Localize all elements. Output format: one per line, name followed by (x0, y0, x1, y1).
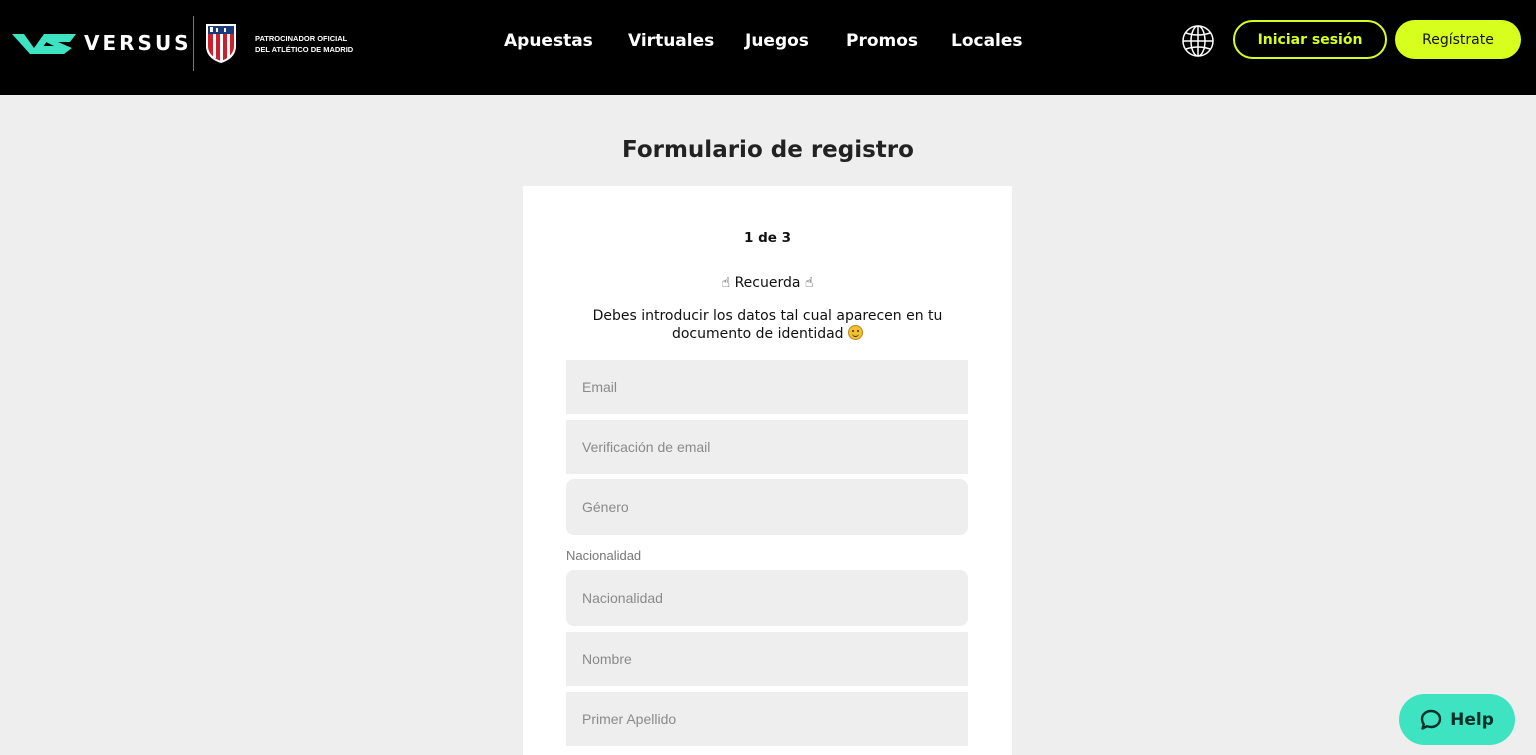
id-note: Debes introducir los datos tal cual apar… (563, 308, 972, 343)
pointing-hand-icon: ☝ (804, 275, 814, 291)
nav-juegos[interactable]: Juegos (745, 31, 809, 51)
nav-promos[interactable]: Promos (846, 31, 918, 51)
nationality-label: Nacionalidad (566, 548, 642, 563)
smiley-icon (848, 325, 864, 340)
step-indicator: 1 de 3 (743, 230, 791, 246)
remember-text: Recuerda (734, 275, 801, 291)
nationality-select[interactable] (566, 570, 968, 626)
registration-form: 1 de 3 ☝ Recuerda ☝ Debes introducir los… (523, 186, 1012, 755)
top-navbar: VERSUS PATROCINADOR OFICIAL DEL ATLÉTICO… (0, 0, 1536, 95)
gender-select[interactable] (566, 479, 968, 535)
logo-divider (193, 16, 194, 71)
atletico-crest-icon (206, 24, 236, 63)
nav-virtuales[interactable]: Virtuales (628, 31, 714, 51)
register-button[interactable]: Regístrate (1395, 20, 1521, 59)
first-surname-field[interactable] (566, 692, 968, 746)
page-title: Formulario de registro (622, 137, 914, 163)
sponsor-text: PATROCINADOR OFICIAL DEL ATLÉTICO DE MAD… (255, 33, 353, 55)
email-verification-field[interactable] (566, 420, 968, 474)
brand-name: VERSUS (84, 31, 192, 55)
help-label: Help (1450, 709, 1494, 730)
globe-icon[interactable] (1181, 24, 1215, 58)
id-note-text: Debes introducir los datos tal cual apar… (592, 308, 943, 342)
chat-bubble-icon (1420, 709, 1442, 730)
sponsor-line-2: DEL ATLÉTICO DE MADRID (255, 45, 354, 54)
first-name-field[interactable] (566, 632, 968, 686)
nav-locales[interactable]: Locales (951, 31, 1023, 51)
login-button[interactable]: Iniciar sesión (1233, 20, 1387, 59)
versus-logo[interactable]: VERSUS (12, 24, 192, 62)
remember-heading: ☝ Recuerda ☝ (523, 275, 1012, 291)
sponsor-line-1: PATROCINADOR OFICIAL (255, 34, 348, 43)
pointing-hand-icon: ☝ (721, 275, 731, 291)
nav-apuestas[interactable]: Apuestas (504, 31, 593, 51)
versus-logo-icon (12, 34, 76, 54)
email-field[interactable] (566, 360, 968, 414)
help-button[interactable]: Help (1399, 694, 1515, 745)
